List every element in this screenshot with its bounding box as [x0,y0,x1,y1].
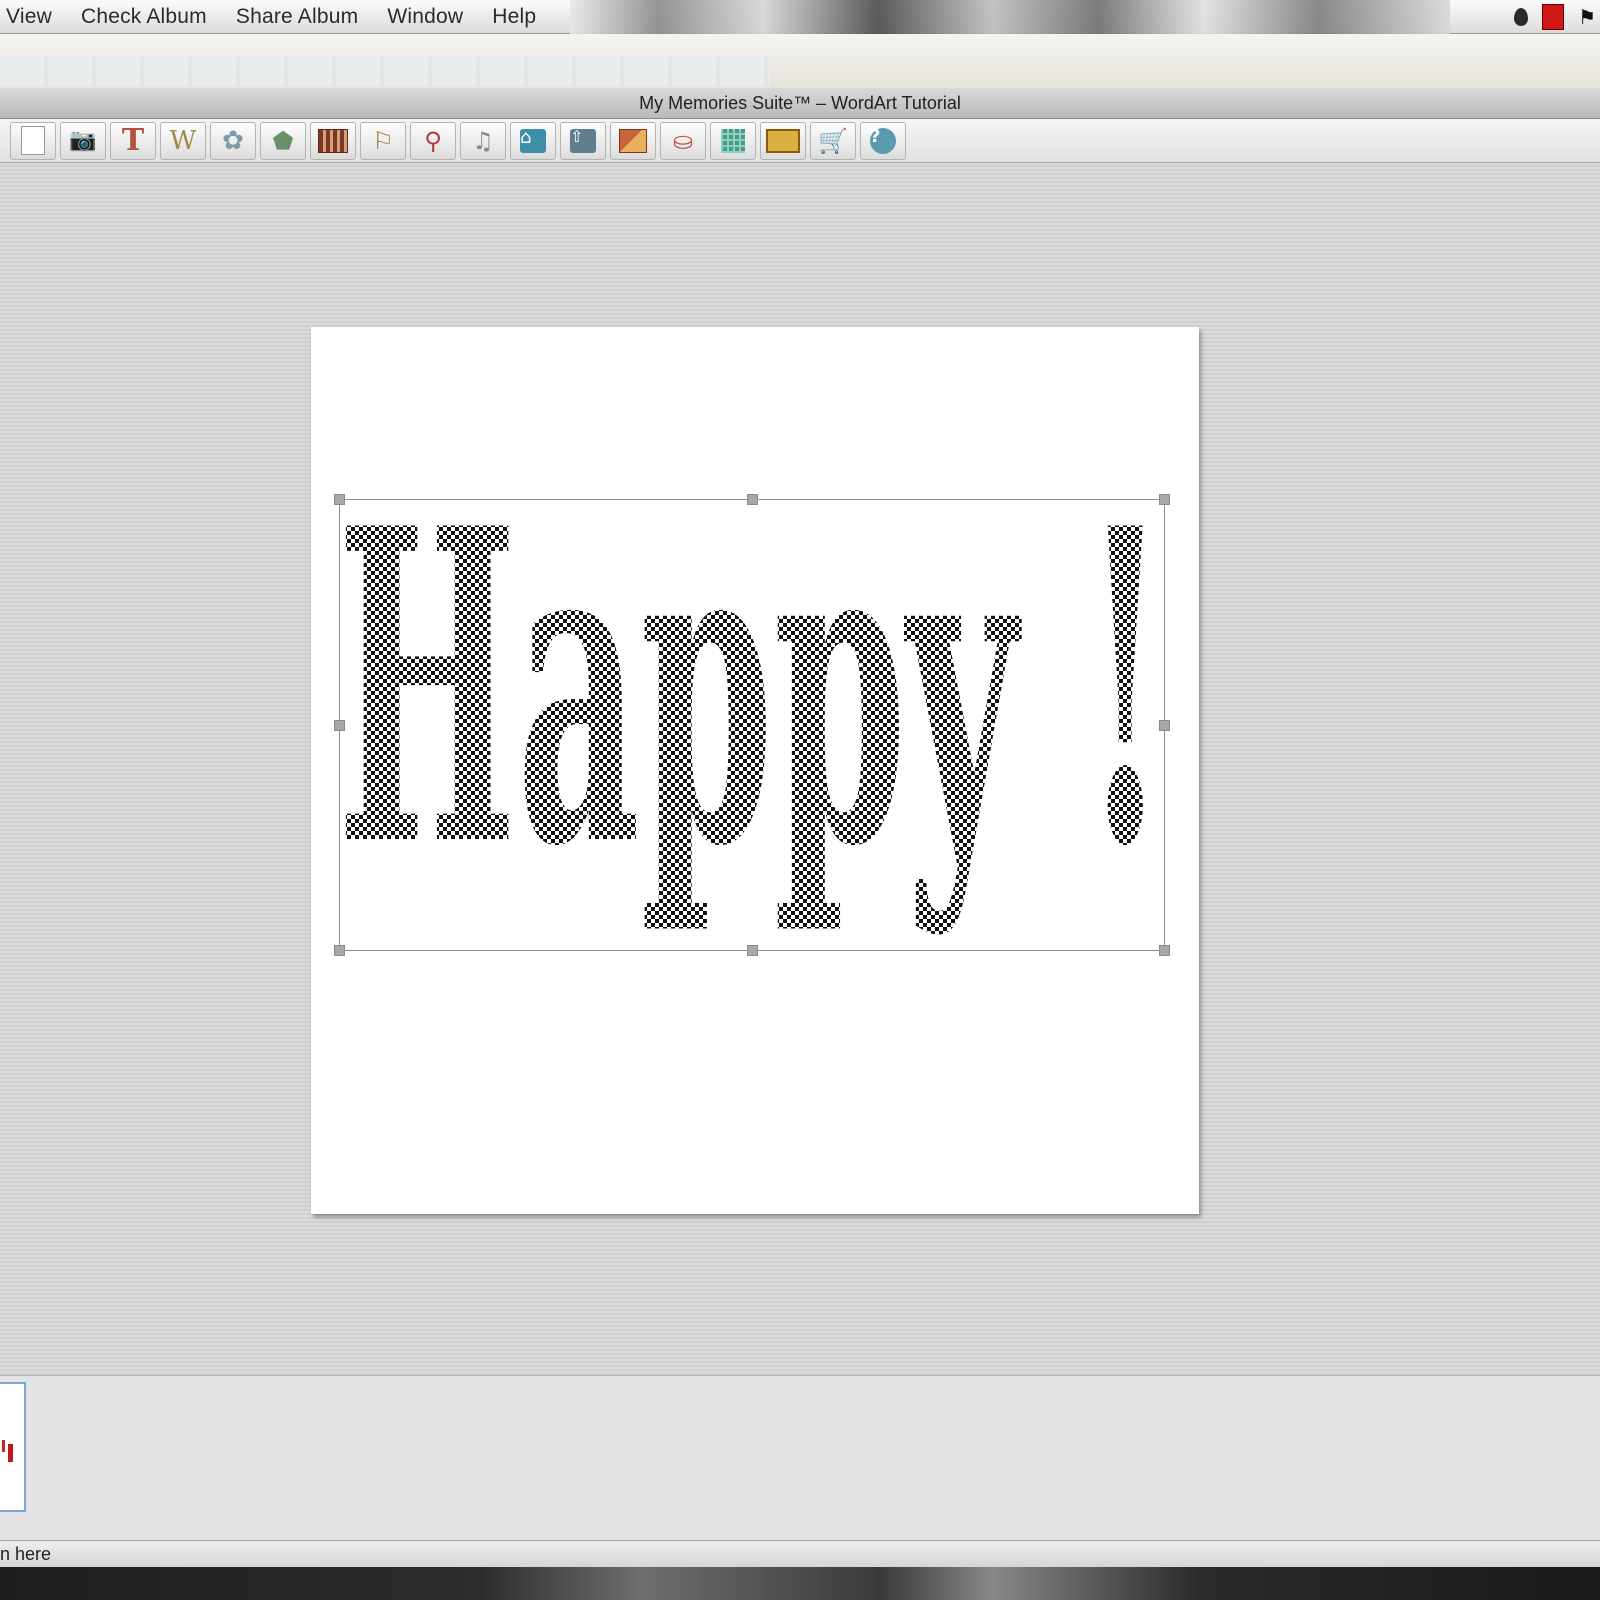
home-icon: ⌂ [520,128,546,153]
desktop-background [570,0,1450,34]
tab-strip [0,34,1600,88]
menu-share-album[interactable]: Share Album [236,5,358,29]
album-page[interactable]: Happy ! [311,327,1199,1214]
camera-icon: 📷 [69,127,97,153]
flower-icon: ✿ [222,125,244,156]
wordart-icon: W [169,125,197,156]
thumb-detail [8,1444,13,1462]
shape-icon: ⬟ [272,126,294,155]
add-wordart-button[interactable]: W [160,121,206,160]
flag-icon: ⚐ [372,126,394,155]
workspace: Happy ! [0,163,1600,1375]
window-title: My Memories Suite™ – WordArt Tutorial [0,88,1600,119]
drop-icon[interactable] [1514,8,1529,26]
record-icon[interactable] [1542,4,1565,30]
add-flag-button[interactable]: ⚐ [360,121,406,160]
desktop-background-bottom [0,1567,1600,1600]
stamp-button[interactable]: ⛀ [660,121,706,160]
menu-view[interactable]: View [6,5,52,29]
main-toolbar: 📷 T W ✿ ⬟ ⚐ ⚲ ♫ ⌂ ⇧ ⛀ 🛒 ? [0,119,1600,163]
add-embellishment-button[interactable]: ✿ [210,121,256,160]
upload-button[interactable]: ⇧ [560,121,606,160]
resize-handle-top-left[interactable] [334,494,345,505]
add-text-button[interactable]: T [110,121,156,160]
upload-icon: ⇧ [570,128,596,153]
page-icon [21,126,45,155]
menubar: View Check Album Share Album Window Help… [0,0,1600,34]
grid-button[interactable] [710,121,756,160]
resize-handle-top[interactable] [747,494,758,505]
text-icon: T [121,122,145,158]
menu-window[interactable]: Window [387,5,463,29]
music-icon: ♫ [472,126,494,155]
add-link-button[interactable]: ⚲ [410,121,456,160]
flag-menu-icon[interactable]: ⚑ [1578,5,1596,29]
ticket-icon [766,128,800,153]
status-bar: n here [0,1540,1600,1567]
status-tray: ⚑ [1514,0,1600,34]
store-button[interactable]: 🛒 [810,121,856,160]
ticket-button[interactable] [760,121,806,160]
resize-handle-left[interactable] [334,720,345,731]
help-icon: ? [870,127,896,154]
link-icon: ⚲ [424,126,442,155]
menu-help[interactable]: Help [492,5,536,29]
resize-handle-bottom-right[interactable] [1159,945,1170,956]
cart-icon: 🛒 [818,126,848,155]
thumb-detail [2,1440,5,1452]
menu-check-album[interactable]: Check Album [81,5,207,29]
add-video-button[interactable] [310,121,356,160]
layers-button[interactable] [610,121,656,160]
status-text: n here [0,1544,52,1564]
selection-box [334,494,1170,956]
add-shape-button[interactable]: ⬟ [260,121,306,160]
help-button[interactable]: ? [860,121,906,160]
resize-handle-right[interactable] [1159,720,1170,731]
new-page-button[interactable] [10,121,56,160]
page-thumbnail[interactable] [0,1382,26,1512]
layers-icon [619,128,647,153]
resize-handle-bottom-left[interactable] [334,945,345,956]
add-music-button[interactable]: ♫ [460,121,506,160]
grid-icon [721,128,745,153]
ghost-tabs [0,56,770,86]
add-photo-button[interactable]: 📷 [60,121,106,160]
film-icon [318,128,348,153]
resize-handle-bottom[interactable] [747,945,758,956]
stamp-icon: ⛀ [672,126,694,155]
resize-handle-top-right[interactable] [1159,494,1170,505]
home-button[interactable]: ⌂ [510,121,556,160]
page-thumbnail-tray [0,1375,1600,1541]
